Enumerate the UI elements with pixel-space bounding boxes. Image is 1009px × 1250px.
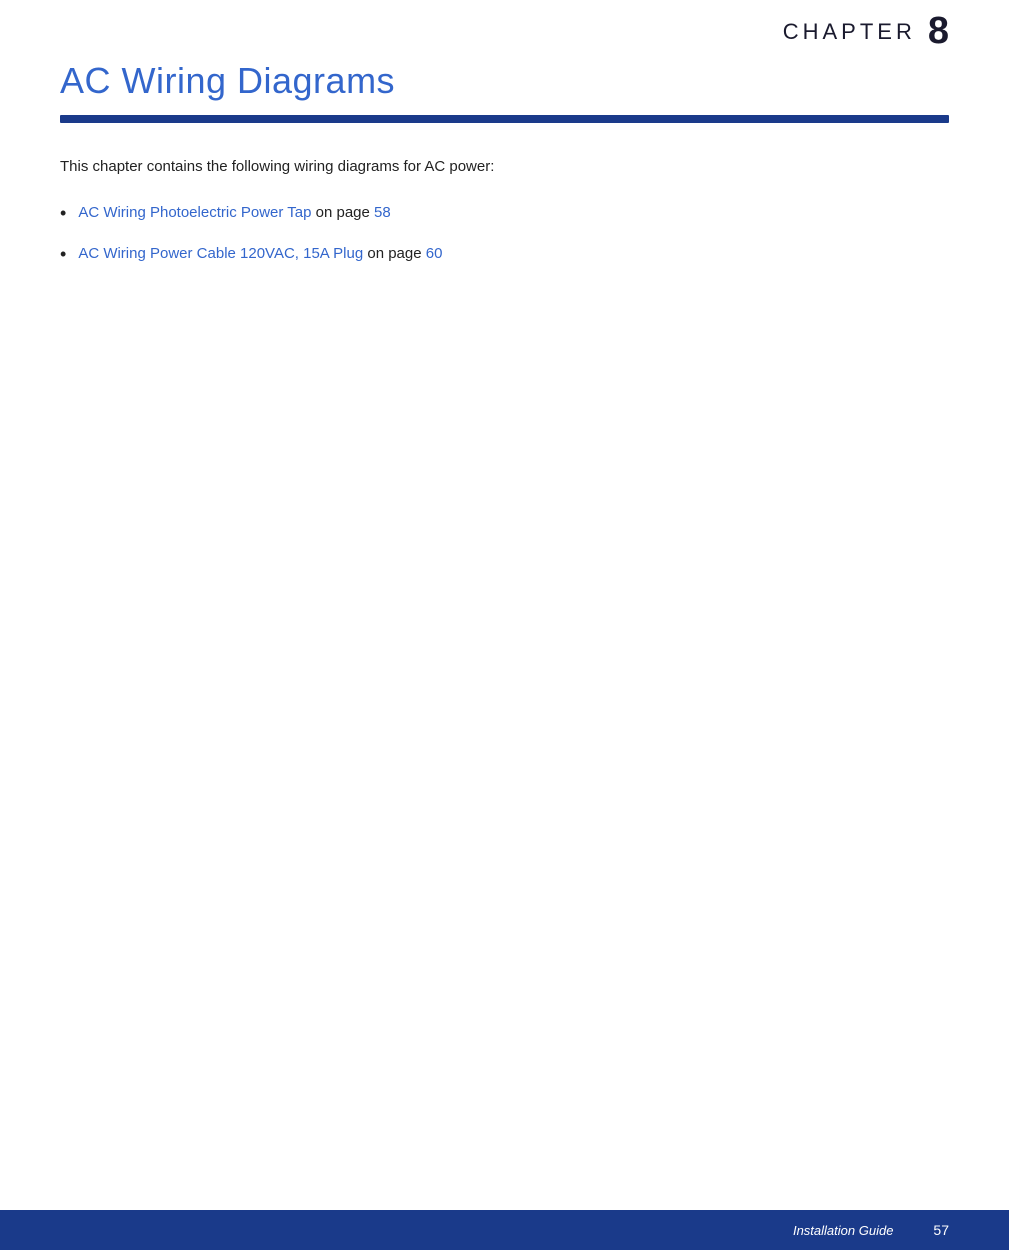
page-title: AC Wiring Diagrams — [60, 60, 949, 102]
link-power-cable[interactable]: AC Wiring Power Cable 120VAC, 15A Plug — [78, 245, 363, 262]
list-item-text-1: AC Wiring Photoelectric Power Tap on pag… — [78, 201, 390, 225]
page-link-58[interactable]: 58 — [374, 204, 391, 221]
middle-text-1: on page — [311, 204, 374, 221]
footer-label: Installation Guide — [793, 1223, 893, 1238]
page-link-60[interactable]: 60 — [426, 245, 443, 262]
list-item: • AC Wiring Photoelectric Power Tap on p… — [60, 201, 949, 226]
footer-page-number: 57 — [933, 1222, 949, 1238]
page-title-area: AC Wiring Diagrams — [60, 60, 949, 102]
middle-text-2: on page — [363, 245, 426, 262]
chapter-number: 8 — [928, 10, 949, 53]
chapter-label: CHAPTER — [783, 19, 916, 45]
content-area: This chapter contains the following wiri… — [60, 155, 949, 283]
divider-bar — [60, 115, 949, 123]
page-container: CHAPTER 8 AC Wiring Diagrams This chapte… — [0, 0, 1009, 1250]
bullet-dot: • — [60, 242, 66, 267]
footer: Installation Guide 57 — [0, 1210, 1009, 1250]
list-item-text-2: AC Wiring Power Cable 120VAC, 15A Plug o… — [78, 242, 442, 266]
bullet-dot: • — [60, 201, 66, 226]
chapter-header: CHAPTER 8 — [0, 0, 1009, 63]
list-item: • AC Wiring Power Cable 120VAC, 15A Plug… — [60, 242, 949, 267]
intro-text: This chapter contains the following wiri… — [60, 155, 949, 179]
link-photoelectric[interactable]: AC Wiring Photoelectric Power Tap — [78, 204, 311, 221]
bullet-list: • AC Wiring Photoelectric Power Tap on p… — [60, 201, 949, 267]
